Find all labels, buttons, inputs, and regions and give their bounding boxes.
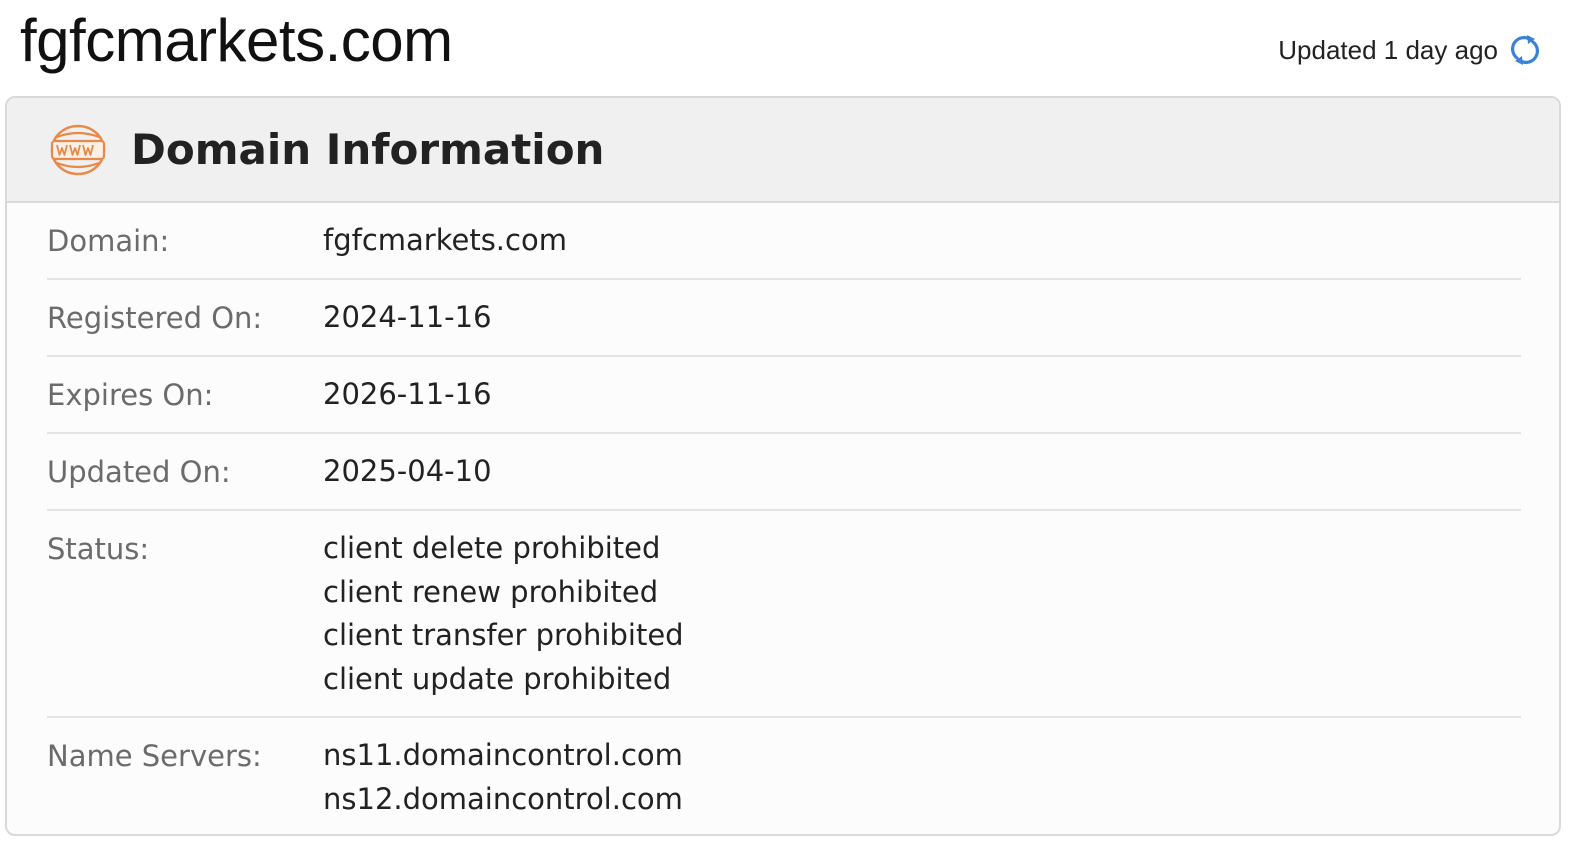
expires-value: 2026-11-16 xyxy=(323,373,492,412)
registered-value: 2024-11-16 xyxy=(323,296,492,335)
info-table: Domain: fgfcmarkets.com Registered On: 2… xyxy=(7,203,1559,834)
name-server-item: ns12.domaincontrol.com xyxy=(323,781,683,816)
domain-info-card: Domain Information Domain: fgfcmarkets.c… xyxy=(5,96,1561,836)
status-item: client renew prohibited xyxy=(323,574,659,609)
status-values: client delete prohibited client renew pr… xyxy=(323,527,684,696)
registered-label: Registered On: xyxy=(47,301,263,335)
page-title: fgfcmarkets.com xyxy=(20,7,453,74)
status-item: client update prohibited xyxy=(323,661,672,696)
status-item: client delete prohibited xyxy=(323,531,661,565)
domain-value: fgfcmarkets.com xyxy=(323,219,567,258)
row-name-servers: Name Servers: ns11.domaincontrol.com ns1… xyxy=(47,718,1521,834)
row-expires: Expires On: 2026-11-16 xyxy=(47,357,1521,434)
updated-indicator: Updated 1 day ago xyxy=(1278,30,1542,70)
row-status: Status: client delete prohibited client … xyxy=(47,511,1521,718)
expires-value-text: 2026-11-16 xyxy=(323,377,492,411)
row-registered: Registered On: 2024-11-16 xyxy=(47,280,1521,357)
status-label: Status: xyxy=(47,532,150,566)
status-item: client transfer prohibited xyxy=(323,618,684,652)
page-header: fgfcmarkets.com Updated 1 day ago xyxy=(0,0,1588,96)
expires-label: Expires On: xyxy=(47,378,214,412)
domain-label: Domain: xyxy=(47,224,170,258)
name-server-item: ns11.domaincontrol.com xyxy=(323,738,683,772)
updated-value: 2025-04-10 xyxy=(323,450,492,489)
row-updated: Updated On: 2025-04-10 xyxy=(47,434,1521,511)
domain-value-text: fgfcmarkets.com xyxy=(323,223,567,257)
refresh-icon xyxy=(1511,35,1539,65)
registered-value-text: 2024-11-16 xyxy=(323,300,492,334)
name-servers-values: ns11.domaincontrol.com ns12.domaincontro… xyxy=(323,734,683,816)
updated-value-text: 2025-04-10 xyxy=(323,454,492,488)
www-globe-icon xyxy=(49,124,107,176)
refresh-button[interactable] xyxy=(1508,30,1542,70)
updated-text: Updated 1 day ago xyxy=(1278,34,1498,65)
updated-label: Updated On: xyxy=(47,455,231,489)
row-domain: Domain: fgfcmarkets.com xyxy=(47,203,1521,280)
card-header: Domain Information xyxy=(7,98,1559,203)
name-servers-label: Name Servers: xyxy=(47,739,262,773)
card-title: Domain Information xyxy=(131,125,605,174)
